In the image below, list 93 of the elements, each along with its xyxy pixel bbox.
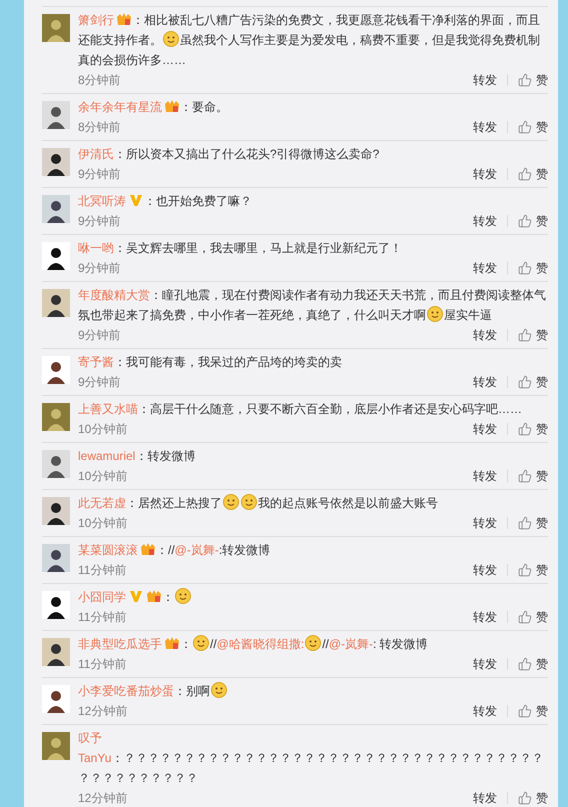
emoji-icon — [241, 494, 257, 510]
avatar[interactable] — [42, 591, 70, 619]
thumbs-up-icon — [518, 167, 532, 181]
like-button[interactable]: 赞 — [518, 560, 548, 580]
repost-link[interactable]: 转发 — [473, 325, 497, 345]
like-button[interactable]: 赞 — [518, 117, 548, 137]
comment-time: 8分钟前 — [78, 72, 122, 89]
repost-link[interactable]: 转发 — [473, 607, 497, 627]
like-button[interactable]: 赞 — [518, 466, 548, 486]
thumbs-up-icon — [518, 610, 532, 624]
comment-time: 8分钟前 — [78, 119, 122, 136]
like-button[interactable]: 赞 — [518, 164, 548, 184]
avatar[interactable] — [42, 638, 70, 666]
thumbs-up-icon — [518, 214, 532, 228]
avatar[interactable] — [42, 289, 70, 317]
like-button[interactable]: 赞 — [518, 372, 548, 392]
avatar[interactable] — [42, 242, 70, 270]
emoji-icon — [427, 306, 443, 322]
comment-text: 小李爱吃番茄炒蛋：别啊 — [78, 681, 548, 701]
comment-text: 咻一哟：吴文辉去哪里，我去哪里，马上就是行业新纪元了！ — [78, 240, 403, 257]
thumbs-up-icon — [518, 375, 532, 389]
thumbs-up-icon — [518, 704, 532, 718]
comment-text: 非典型吃瓜选手 ： //@哈酱晓得组撒: //@-岚舞-: 转发微博 — [78, 634, 429, 653]
comment-time: 11分钟前 — [78, 562, 128, 579]
comment-time: 12分钟前 — [78, 790, 128, 807]
repost-link[interactable]: 转发 — [473, 654, 497, 674]
emoji-icon — [193, 635, 209, 651]
comment-time: 11分钟前 — [78, 609, 128, 626]
thumbs-up-icon — [518, 328, 532, 342]
repost-link[interactable]: 转发 — [473, 372, 497, 392]
comment-text: 上善又水喵：高层干什么随意，只要不断六百全勤，底层小作者还是安心码字吧…… — [78, 401, 523, 418]
repost-link[interactable]: 转发 — [473, 788, 497, 807]
comment-text: 伊清氏：所以资本又搞出了什么花头?引得微博这么卖命? — [78, 146, 380, 163]
emoji-icon — [211, 682, 227, 698]
comment-time: 9分钟前 — [78, 213, 122, 230]
repost-link[interactable]: 转发 — [473, 419, 497, 439]
avatar[interactable] — [42, 685, 70, 713]
like-button[interactable]: 赞 — [518, 258, 548, 278]
thumbs-up-icon — [518, 469, 532, 483]
repost-link[interactable]: 转发 — [473, 164, 497, 184]
comment-time: 10分钟前 — [78, 468, 128, 485]
comment-text: 余年余年有星流 ：要命。 — [78, 98, 229, 116]
comment-time: 9分钟前 — [78, 260, 122, 277]
comment-time: 9分钟前 — [78, 166, 122, 183]
comment-time: 9分钟前 — [78, 327, 122, 344]
repost-link[interactable]: 转发 — [473, 466, 497, 486]
thumbs-up-icon — [518, 422, 532, 436]
repost-link[interactable]: 转发 — [473, 70, 497, 90]
avatar[interactable] — [42, 544, 70, 572]
comment-text: 小囧同学 ： — [78, 587, 548, 607]
comment-text: 北冥听涛 ：也开始免费了嘛？ — [78, 192, 253, 210]
thumbs-up-icon — [518, 73, 532, 87]
comment-time: 11分钟前 — [78, 656, 128, 673]
thumbs-up-icon — [518, 791, 532, 805]
emoji-icon — [175, 588, 191, 604]
comment-text: 此无若虚：居然还上热搜了 我的起点账号依然是以前盛大账号 — [78, 493, 439, 512]
comment-text: TanYu：？？？？？？？？？？？？？？？？？？？？？？？？？？？？？？？？？？？？？？？？？？？？？ — [78, 750, 544, 787]
repost-link[interactable]: 转发 — [473, 117, 497, 137]
thumbs-up-icon — [518, 120, 532, 134]
comment-text: lewamuriel：转发微博 — [78, 448, 196, 465]
like-button[interactable]: 赞 — [518, 701, 548, 721]
repost-link[interactable]: 转发 — [473, 258, 497, 278]
comment-text: 箫剑行 ：相比被乱七八糟广告污染的免费文，我更愿意花钱看干净利落的界面，而且还能支持作者。 虽然我个人写作主要是为爱发电，稿费不重要，但是我觉得免费机制真的会损伤许多…… — [78, 11, 541, 69]
thumbs-up-icon — [518, 261, 532, 275]
thumbs-up-icon — [518, 657, 532, 671]
avatar[interactable] — [42, 497, 70, 525]
comment-text: 某菜圆滚滚 ：//@-岚舞-:转发微博 — [78, 541, 272, 559]
thumbs-up-icon — [518, 563, 532, 577]
like-button[interactable]: 赞 — [518, 654, 548, 674]
like-button[interactable]: 赞 — [518, 211, 548, 231]
comment-time: 10分钟前 — [78, 421, 128, 438]
like-button[interactable]: 赞 — [518, 70, 548, 90]
avatar[interactable] — [42, 148, 70, 176]
comment-time: 12分钟前 — [78, 703, 128, 720]
comment-text: 年度酸精大赏：瞳孔地震，现在付费阅读作者有动力我还天天书荒，而且付费阅读整体气氛也带起来了搞免费，中小作者一茬死绝，真绝了，什么叫天才啊 屋实牛逼 — [78, 287, 547, 324]
repost-link[interactable]: 转发 — [473, 513, 497, 533]
emoji-icon — [223, 494, 239, 510]
avatar[interactable] — [42, 195, 70, 223]
comment-text: 寄予酱：我可能有毒，我呆过的产品垮的垮卖的卖 — [78, 354, 343, 371]
like-button[interactable]: 赞 — [518, 607, 548, 627]
repost-link[interactable]: 转发 — [473, 560, 497, 580]
repost-link[interactable]: 转发 — [473, 211, 497, 231]
like-button[interactable]: 赞 — [518, 788, 548, 807]
comment-time: 9分钟前 — [78, 374, 122, 391]
like-button[interactable]: 赞 — [518, 325, 548, 345]
emoji-icon — [305, 635, 322, 651]
like-button[interactable]: 赞 — [518, 513, 548, 533]
thumbs-up-icon — [518, 516, 532, 530]
avatar[interactable] — [42, 356, 70, 384]
comment-time: 10分钟前 — [78, 515, 128, 532]
repost-link[interactable]: 转发 — [473, 701, 497, 721]
like-button[interactable]: 赞 — [518, 419, 548, 439]
emoji-icon — [163, 31, 179, 47]
